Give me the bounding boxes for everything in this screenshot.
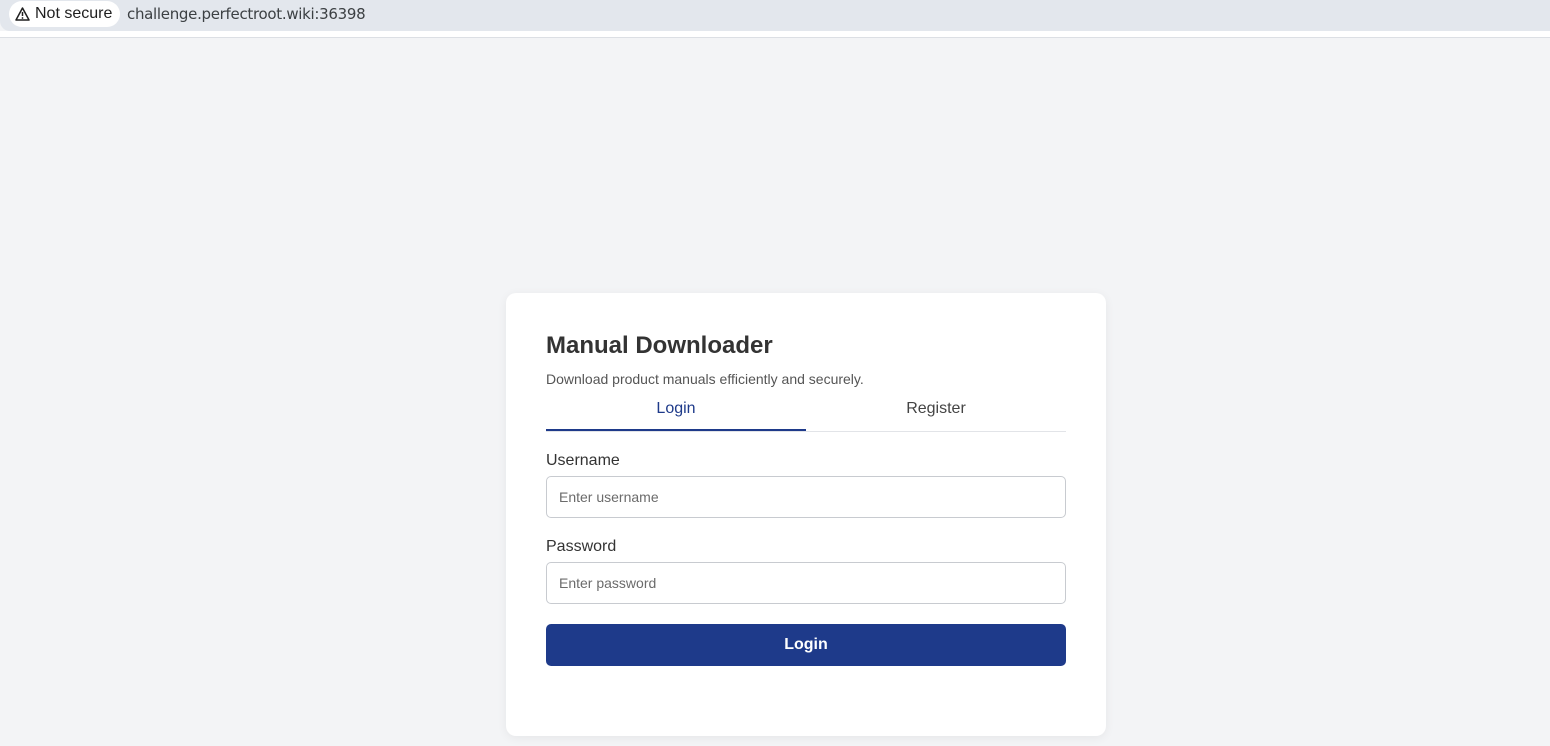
username-label: Username [546,452,620,469]
browser-toolbar-strip [0,31,1550,38]
warning-triangle-icon [15,7,30,21]
page-title: Manual Downloader [546,332,773,359]
auth-tabs: Login Register [546,391,1066,432]
password-input[interactable] [546,562,1066,604]
security-chip[interactable]: Not secure [9,1,121,27]
username-input[interactable] [546,476,1066,518]
page-subtitle: Download product manuals efficiently and… [546,371,864,387]
tab-register[interactable]: Register [806,391,1066,431]
tab-login[interactable]: Login [546,391,806,431]
login-button[interactable]: Login [546,624,1066,666]
password-label: Password [546,538,617,555]
login-card: Manual Downloader Download product manua… [506,293,1106,736]
security-label: Not secure [35,5,113,22]
address-bar: Not secure challenge.perfectroot.wiki:36… [0,0,1550,31]
url-text[interactable]: challenge.perfectroot.wiki:36398 [127,5,366,23]
